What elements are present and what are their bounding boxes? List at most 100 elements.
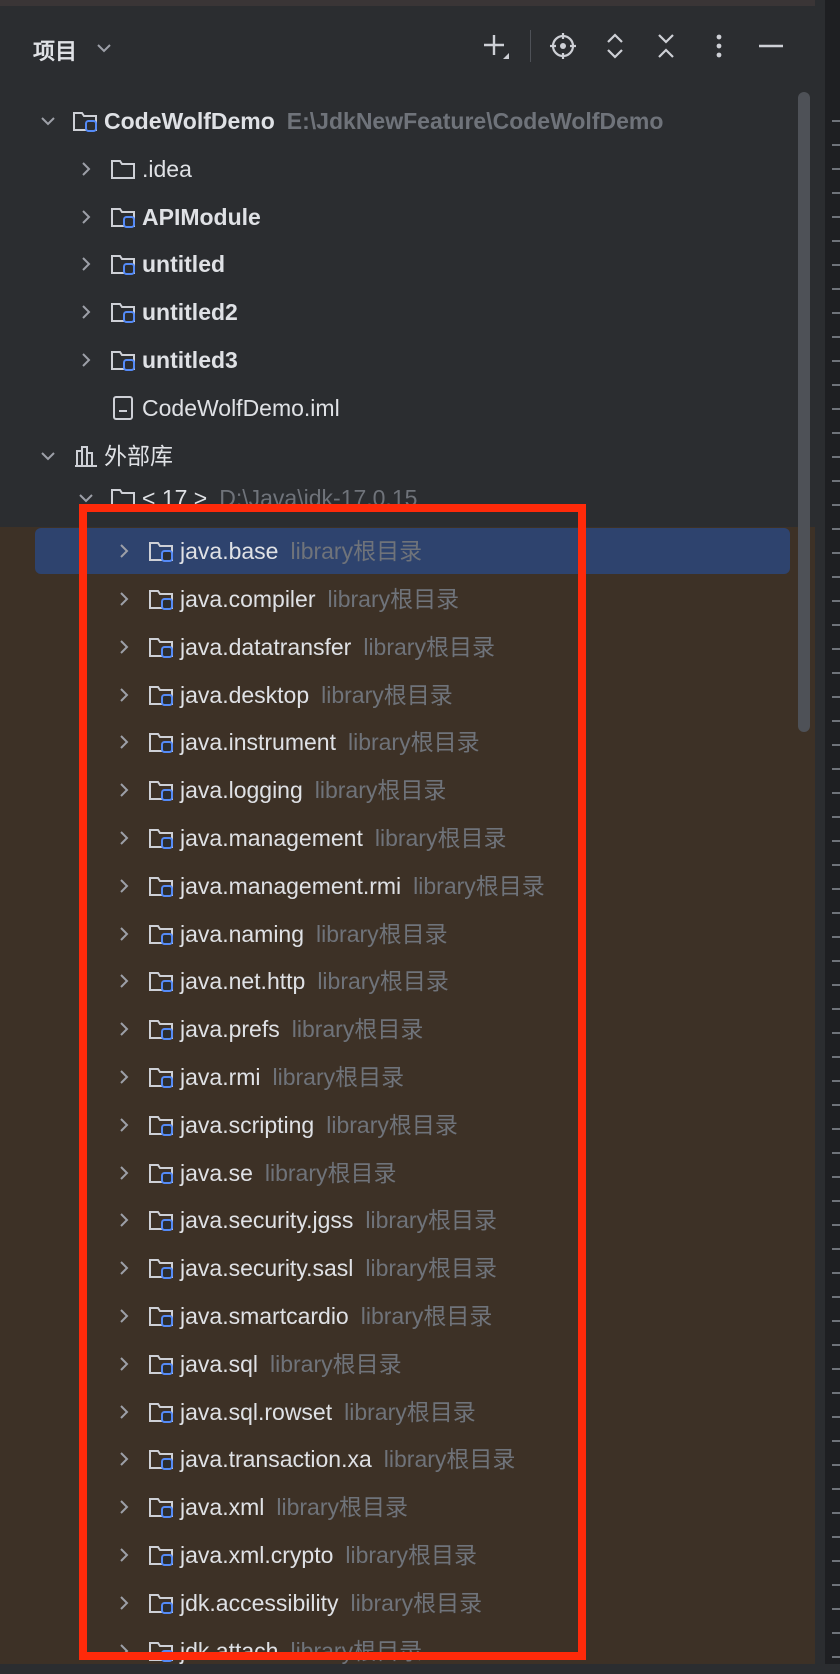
chevron-right-icon[interactable] [76,254,96,274]
chevron-right-icon[interactable] [76,207,96,227]
chevron-right-icon[interactable] [114,971,134,991]
chevron-right-icon[interactable] [114,1210,134,1230]
module-folder-icon [148,873,176,899]
tree-item-module[interactable]: java.datatransfer library根目录 [0,624,800,670]
tree-item-module[interactable]: java.management library根目录 [0,815,800,861]
tree-item-label: jdk.attach library根目录 [180,1636,422,1666]
chevron-right-icon[interactable] [114,780,134,800]
tree-item-module[interactable]: java.management.rmi library根目录 [0,863,800,909]
tree-item-child[interactable]: untitled [0,241,800,287]
chevron-right-icon[interactable] [114,589,134,609]
chevron-right-icon[interactable] [114,1402,134,1422]
chevron-right-icon[interactable] [114,1497,134,1517]
chevron-right-icon[interactable] [114,732,134,752]
chevron-right-icon[interactable] [114,1258,134,1278]
chevron-right-icon[interactable] [114,924,134,944]
chevron-right-icon[interactable] [114,1449,134,1469]
tree-item-module[interactable]: java.net.http library根目录 [0,958,800,1004]
chevron-right-icon[interactable] [114,637,134,657]
gutter-tick [832,792,840,794]
chevron-right-icon[interactable] [76,302,96,322]
expand-icon[interactable] [597,28,633,64]
tree-item-module[interactable]: java.prefs library根目录 [0,1006,800,1052]
collapse-icon[interactable] [648,28,684,64]
gutter-tick [832,1416,840,1418]
tree-item-module[interactable]: java.logging library根目录 [0,767,800,813]
chevron-right-icon[interactable] [114,876,134,896]
tree-item-module[interactable]: java.se library根目录 [0,1150,800,1196]
tree-item-module[interactable]: java.base library根目录 [0,528,800,574]
module-folder-icon [148,1399,176,1425]
tree-item-module[interactable]: jdk.accessibility library根目录 [0,1580,800,1626]
chevron-right-icon[interactable] [114,1163,134,1183]
chevron-right-icon[interactable] [114,1067,134,1087]
chevron-right-icon[interactable] [114,1354,134,1374]
tree-item-module[interactable]: java.security.sasl library根目录 [0,1245,800,1291]
gutter-tick [832,432,840,434]
tree-item-module[interactable]: java.xml.crypto library根目录 [0,1532,800,1578]
chevron-down-icon[interactable] [76,488,96,508]
chevron-right-icon[interactable] [76,159,96,179]
chevron-down-icon[interactable] [94,38,114,58]
tree-item-module[interactable]: java.sql library根目录 [0,1341,800,1387]
tree-item-jdk[interactable]: < 17 > D:\Java\jdk-17.0.15 [0,475,800,521]
library-icon [72,443,100,469]
tree-item-module[interactable]: java.naming library根目录 [0,911,800,957]
tree-item-child[interactable]: CodeWolfDemo.iml [0,385,800,431]
gutter-tick [832,1056,840,1058]
minimize-icon[interactable] [753,28,789,64]
tree-item-module[interactable]: java.desktop library根目录 [0,672,800,718]
locate-icon[interactable] [545,28,581,64]
tree-item-name: CodeWolfDemo.iml [142,395,340,421]
chevron-down-icon[interactable] [38,111,58,131]
add-icon[interactable] [478,28,514,64]
tree-item-module[interactable]: java.sql.rowset library根目录 [0,1389,800,1435]
module-folder-icon [148,1638,176,1664]
tree-item-module[interactable]: java.xml library根目录 [0,1484,800,1530]
gutter-tick [832,1632,840,1634]
gutter-tick [832,1536,840,1538]
tree-item-module[interactable]: java.transaction.xa library根目录 [0,1436,800,1482]
tree-item-external-libraries[interactable]: 外部库 [0,433,800,479]
tree-item-module[interactable]: java.compiler library根目录 [0,576,800,622]
tree-item-child[interactable]: .idea [0,146,800,192]
panel-title[interactable]: 项目 [33,34,77,66]
tree-item-module[interactable]: java.security.jgss library根目录 [0,1197,800,1243]
tree-item-module[interactable]: java.smartcardio library根目录 [0,1293,800,1339]
tree-item-hint: D:\Java\jdk-17.0.15 [219,485,418,511]
tree-item-module[interactable]: java.instrument library根目录 [0,719,800,765]
tree-item-child[interactable]: untitled2 [0,289,800,335]
tree-item-module[interactable]: java.scripting library根目录 [0,1102,800,1148]
chevron-right-icon[interactable] [114,1115,134,1135]
tree-item-name: java.transaction.xa [180,1446,372,1472]
tree-item-name: java.sql.rowset [180,1399,333,1425]
chevron-right-icon[interactable] [114,1545,134,1565]
chevron-right-icon[interactable] [114,828,134,848]
gutter-tick [832,1464,840,1466]
chevron-right-icon[interactable] [114,541,134,561]
gutter-tick [832,1176,840,1178]
tree-item-module[interactable]: jdk.attach library根目录 [0,1628,800,1674]
panel-header: 项目 [0,20,815,76]
chevron-right-icon[interactable] [76,350,96,370]
chevron-right-icon[interactable] [114,1593,134,1613]
chevron-right-icon[interactable] [114,1641,134,1661]
tree-item-name: jdk.accessibility [180,1590,339,1616]
gutter-tick [832,960,840,962]
chevron-right-icon[interactable] [114,1306,134,1326]
tree-item-label: untitled [142,249,225,279]
tree-item-label: java.logging library根目录 [180,775,446,805]
tree-item-hint: library根目录 [365,1255,498,1281]
tree-item-child[interactable]: APIModule [0,194,800,240]
chevron-down-icon[interactable] [38,446,58,466]
chevron-right-icon[interactable] [114,1019,134,1039]
more-icon[interactable] [701,28,737,64]
tree-item-child[interactable]: untitled3 [0,337,800,383]
tree-item-name: java.prefs [180,1016,280,1042]
tree-item-root[interactable]: CodeWolfDemo E:\JdkNewFeature\CodeWolfDem… [0,98,800,144]
chevron-right-icon[interactable] [114,685,134,705]
tree-item-module[interactable]: java.rmi library根目录 [0,1054,800,1100]
module-folder-icon [148,1446,176,1472]
gutter-tick [832,168,840,170]
tree-item-label: java.se library根目录 [180,1158,397,1188]
